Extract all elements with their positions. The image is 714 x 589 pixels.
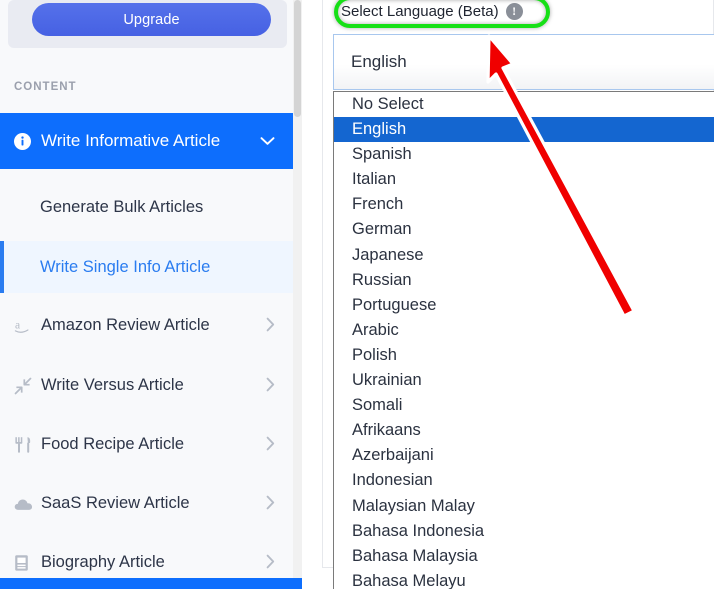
language-option[interactable]: No Select (334, 92, 714, 117)
sidebar-scrollbar-thumb[interactable] (294, 0, 301, 117)
info-circle-icon (14, 132, 36, 150)
sidebar-item-amazon-review-article[interactable]: a Amazon Review Article (0, 298, 293, 353)
sidebar-item-write-informative-article[interactable]: Write Informative Article (0, 113, 293, 169)
language-option[interactable]: Bahasa Malaysia (334, 544, 714, 569)
sidebar-subitem-label: Generate Bulk Articles (40, 197, 204, 216)
bottom-accent-bar (0, 578, 302, 589)
language-select-value: English (351, 52, 407, 71)
utensils-icon (14, 436, 36, 454)
language-dropdown-list[interactable]: No Select English Spanish Italian French Germ… (333, 91, 714, 589)
sidebar-item-label: Write Versus Article (41, 376, 184, 394)
info-tooltip-icon[interactable]: ! (505, 3, 523, 20)
language-option[interactable]: Somali (334, 393, 714, 418)
chevron-down-icon[interactable] (260, 134, 275, 149)
sidebar-section-label: CONTENT (14, 81, 77, 93)
compress-arrows-icon (14, 377, 36, 395)
language-option[interactable]: Arabic (334, 318, 714, 343)
chevron-right-icon[interactable] (266, 377, 275, 395)
language-option[interactable]: Indonesian (334, 468, 714, 493)
book-icon (14, 554, 36, 572)
language-option[interactable]: Spanish (334, 142, 714, 167)
chevron-right-icon[interactable] (266, 495, 275, 513)
language-option[interactable]: Azerbaijani (334, 443, 714, 468)
sidebar-item-label: Amazon Review Article (41, 316, 210, 334)
language-option[interactable]: Portuguese (334, 293, 714, 318)
language-option[interactable]: English (334, 117, 714, 143)
language-option[interactable]: Ukrainian (334, 368, 714, 393)
upgrade-button[interactable]: Upgrade (32, 3, 271, 36)
sidebar: Upgrade CONTENT Write Informative Articl… (0, 0, 293, 578)
sidebar-subitem-label: Write Single Info Article (40, 257, 211, 276)
sidebar-item-label: Biography Article (41, 553, 165, 571)
language-option[interactable]: Russian (334, 268, 714, 293)
language-option[interactable]: German (334, 217, 714, 242)
sidebar-item-label: SaaS Review Article (41, 494, 190, 512)
language-option[interactable]: Bahasa Melayu (334, 569, 714, 589)
language-option[interactable]: Afrikaans (334, 418, 714, 443)
select-language-label: Select Language (Beta) (341, 3, 499, 20)
sidebar-item-label: Food Recipe Article (41, 435, 185, 453)
chevron-right-icon[interactable] (266, 317, 275, 335)
upgrade-banner: Upgrade (8, 0, 287, 48)
sidebar-item-write-versus-article[interactable]: Write Versus Article (0, 358, 293, 413)
svg-text:a: a (15, 319, 20, 331)
language-option[interactable]: Japanese (334, 243, 714, 268)
chevron-right-icon[interactable] (266, 554, 275, 572)
language-option[interactable]: Italian (334, 167, 714, 192)
language-option[interactable]: French (334, 192, 714, 217)
amazon-a-icon: a (14, 318, 36, 334)
sidebar-item-label: Write Informative Article (41, 131, 221, 150)
language-option[interactable]: Bahasa Indonesia (334, 519, 714, 544)
sidebar-subitem-write-single-info-article[interactable]: Write Single Info Article (0, 241, 293, 293)
language-option[interactable]: Malaysian Malay (334, 494, 714, 519)
chevron-right-icon[interactable] (266, 436, 275, 454)
sidebar-item-saas-review-article[interactable]: SaaS Review Article (0, 476, 293, 531)
cloud-icon (14, 496, 36, 512)
sidebar-item-food-recipe-article[interactable]: Food Recipe Article (0, 417, 293, 472)
language-option[interactable]: Polish (334, 343, 714, 368)
sidebar-item-biography-article[interactable]: Biography Article (0, 535, 293, 578)
language-select-combobox[interactable]: English (333, 34, 714, 90)
sidebar-subitem-generate-bulk-articles[interactable]: Generate Bulk Articles (0, 181, 293, 233)
select-language-label-row: Select Language (Beta) ! (341, 3, 523, 20)
